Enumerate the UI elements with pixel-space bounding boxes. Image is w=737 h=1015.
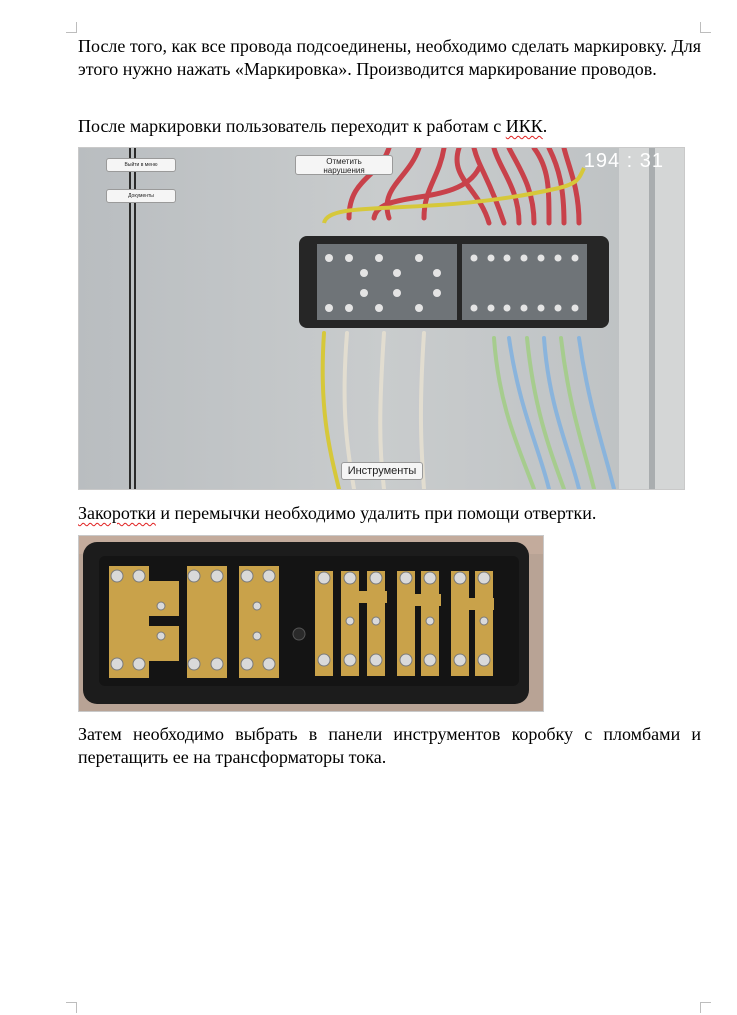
paragraph-marking: После того, как все провода подсоединены… xyxy=(78,36,701,79)
page-corner-mark xyxy=(700,22,711,33)
mark-violations-line2: нарушения xyxy=(323,166,365,175)
paragraph-seal-box: Затем необходимо выбрать в панели инстру… xyxy=(78,724,701,767)
terminal-block-3d xyxy=(299,236,609,328)
terminal-block-photo xyxy=(78,535,544,712)
timer-display: 194 : 31 xyxy=(583,150,664,172)
page-corner-mark xyxy=(700,1002,711,1013)
mark-violations-line1: Отметить xyxy=(326,157,362,166)
ikk-abbreviation: ИКК xyxy=(505,116,543,136)
exit-menu-button[interactable]: Выйти в меню xyxy=(106,158,176,172)
mark-violations-button[interactable]: Отметить нарушения xyxy=(295,155,393,175)
page-corner-mark xyxy=(66,1002,77,1013)
simulator-screenshot: Выйти в меню Документы Отметить нарушени… xyxy=(78,147,685,490)
jumpers-word: Закоротки xyxy=(78,503,156,523)
paragraph-ikk: После маркировки пользователь переходит … xyxy=(78,115,701,138)
paragraph-jumpers: Закоротки и перемычки необходимо удалить… xyxy=(78,502,701,525)
paragraph-ikk-text: После маркировки пользователь переходит … xyxy=(78,116,506,136)
documents-button[interactable]: Документы xyxy=(106,189,176,203)
paragraph-jumpers-text: и перемычки необходимо удалить при помощ… xyxy=(155,503,597,523)
paragraph-ikk-end: . xyxy=(542,116,548,136)
tools-button[interactable]: Инструменты xyxy=(341,462,423,480)
terminal-block-photo-image xyxy=(79,536,543,711)
page-corner-mark xyxy=(66,22,77,33)
